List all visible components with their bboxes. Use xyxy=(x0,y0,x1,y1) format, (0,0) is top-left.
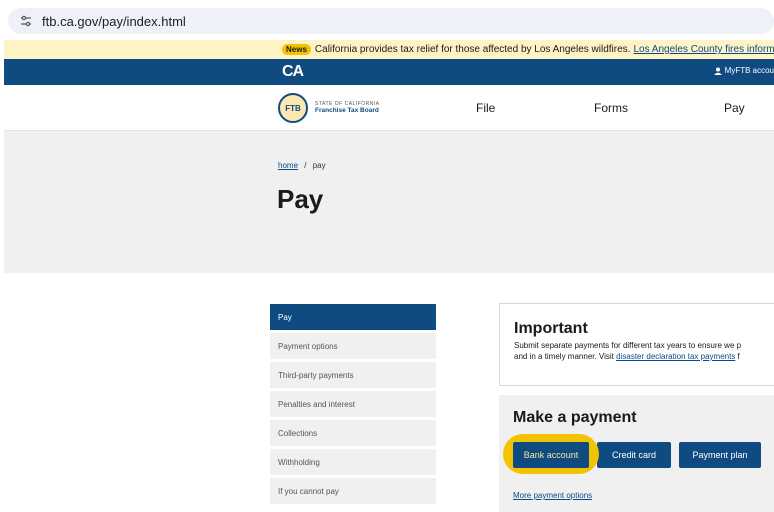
url-field[interactable]: ftb.ca.gov/pay/index.html xyxy=(8,8,774,34)
sidebar-item-if-you-cannot-pay[interactable]: If you cannot pay xyxy=(270,478,436,504)
make-payment-panel: Make a payment Bank account Credit card … xyxy=(499,395,774,512)
sidebar-item-withholding[interactable]: Withholding xyxy=(270,449,436,475)
nav-pay[interactable]: Pay xyxy=(724,101,745,115)
top-bar: CA MyFTB accou xyxy=(4,59,774,85)
important-line-2: and in a timely manner. Visit disaster d… xyxy=(514,352,774,363)
myftb-account-label: MyFTB accou xyxy=(724,66,774,75)
news-banner: News California provides tax relief for … xyxy=(4,40,774,59)
page-header: home / pay Pay xyxy=(4,131,774,273)
breadcrumb: home / pay xyxy=(278,161,326,170)
sidebar-nav: Pay Payment options Third-party payments… xyxy=(270,304,436,507)
bank-account-label: Bank account xyxy=(513,442,589,468)
url-text: ftb.ca.gov/pay/index.html xyxy=(42,13,186,29)
more-payment-options-link[interactable]: More payment options xyxy=(513,491,592,500)
browser-address-bar: ftb.ca.gov/pay/index.html xyxy=(0,0,774,40)
sidebar-item-penalties-and-interest[interactable]: Penalties and interest xyxy=(270,391,436,417)
important-line-1: Submit separate payments for different t… xyxy=(514,341,742,350)
payment-buttons: Bank account Credit card Payment plan xyxy=(503,434,769,474)
ftb-logo[interactable]: FTB STATE OF CALIFORNIA Franchise Tax Bo… xyxy=(278,93,380,123)
news-text: California provides tax relief for those… xyxy=(314,44,631,55)
breadcrumb-home[interactable]: home xyxy=(278,161,298,170)
user-icon xyxy=(713,67,722,75)
nav-file[interactable]: File xyxy=(476,101,495,115)
important-line-2-prefix: and in a timely manner. Visit xyxy=(514,351,614,361)
tune-icon[interactable] xyxy=(18,13,34,29)
sidebar-item-collections[interactable]: Collections xyxy=(270,420,436,446)
sidebar-item-third-party-payments[interactable]: Third-party payments xyxy=(270,362,436,388)
news-badge: News xyxy=(282,44,311,55)
credit-card-button[interactable]: Credit card xyxy=(597,442,671,468)
payment-plan-button[interactable]: Payment plan xyxy=(679,442,761,468)
breadcrumb-current: pay xyxy=(312,161,326,170)
important-notice: Important Submit separate payments for d… xyxy=(499,303,774,386)
main-navigation: FTB STATE OF CALIFORNIA Franchise Tax Bo… xyxy=(4,85,774,131)
disaster-payments-link[interactable]: disaster declaration tax payments xyxy=(616,352,735,361)
news-link[interactable]: Los Angeles County fires information xyxy=(633,44,774,55)
breadcrumb-separator: / xyxy=(304,161,307,170)
important-title: Important xyxy=(514,320,588,337)
make-payment-title: Make a payment xyxy=(513,409,637,426)
sidebar-item-pay[interactable]: Pay xyxy=(270,304,436,330)
important-line-2-suffix: f xyxy=(737,351,740,361)
logo-agency-label: Franchise Tax Board xyxy=(315,107,379,115)
ftb-seal-icon: FTB xyxy=(278,93,308,123)
sidebar-item-payment-options[interactable]: Payment options xyxy=(270,333,436,359)
myftb-account-link[interactable]: MyFTB accou xyxy=(713,66,774,75)
page-title: Pay xyxy=(277,184,324,214)
nav-forms[interactable]: Forms xyxy=(594,101,628,115)
ca-logo[interactable]: CA xyxy=(282,63,304,81)
bank-account-button[interactable]: Bank account xyxy=(503,434,599,474)
